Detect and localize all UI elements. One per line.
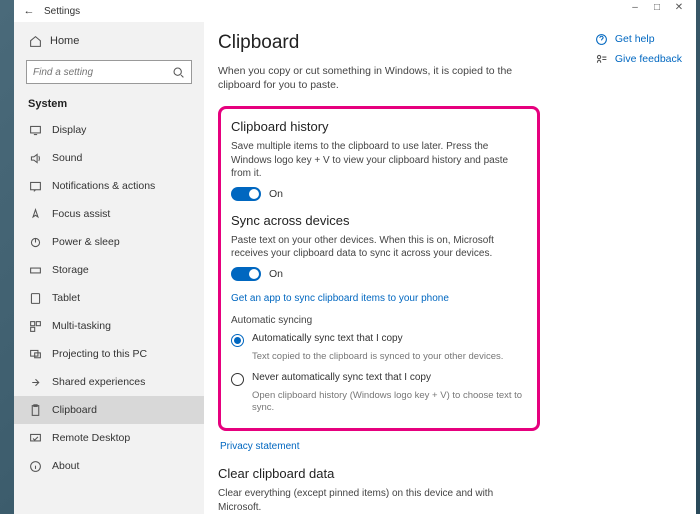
right-rail: Get help Give feedback — [595, 32, 682, 72]
notifications-icon — [28, 179, 42, 193]
about-icon — [28, 459, 42, 473]
sync-desc: Paste text on your other devices. When t… — [231, 234, 525, 261]
multitasking-icon — [28, 319, 42, 333]
title-bar: ← Settings – □ ✕ — [14, 0, 696, 22]
history-toggle[interactable] — [231, 187, 261, 201]
remote-icon — [28, 431, 42, 445]
help-icon — [595, 32, 609, 46]
sidebar: Home System Display Sound Notifications … — [14, 22, 204, 514]
get-help-link[interactable]: Get help — [595, 32, 682, 46]
sidebar-item-label: Tablet — [52, 292, 80, 304]
radio-button-unchecked[interactable] — [231, 373, 244, 386]
sync-toggle[interactable] — [231, 267, 261, 281]
sidebar-item-shared[interactable]: Shared experiences — [14, 368, 204, 396]
maximize-button[interactable]: □ — [646, 2, 668, 20]
clear-desc: Clear everything (except pinned items) o… — [218, 487, 518, 514]
content-area: Get help Give feedback Clipboard When yo… — [204, 22, 696, 514]
radio-never-label: Never automatically sync text that I cop… — [252, 372, 431, 383]
auto-sync-heading: Automatic syncing — [231, 314, 525, 328]
sidebar-section-title: System — [14, 94, 204, 116]
window-title: Settings — [44, 6, 80, 17]
sidebar-item-label: Display — [52, 124, 86, 136]
focus-icon — [28, 207, 42, 221]
storage-icon — [28, 263, 42, 277]
projecting-icon — [28, 347, 42, 361]
sidebar-item-display[interactable]: Display — [14, 116, 204, 144]
sound-icon — [28, 151, 42, 165]
search-box[interactable] — [26, 60, 192, 84]
clipboard-icon — [28, 403, 42, 417]
give-feedback-label: Give feedback — [615, 53, 682, 65]
sidebar-item-focus[interactable]: Focus assist — [14, 200, 204, 228]
sidebar-item-label: Storage — [52, 264, 89, 276]
sidebar-item-label: Sound — [52, 152, 82, 164]
history-heading: Clipboard history — [231, 119, 525, 134]
radio-never-sync[interactable]: Never automatically sync text that I cop… — [231, 372, 525, 386]
sidebar-item-label: Remote Desktop — [52, 432, 130, 444]
radio-auto-desc: Text copied to the clipboard is synced t… — [252, 351, 525, 363]
radio-never-desc: Open clipboard history (Windows logo key… — [252, 390, 525, 415]
search-icon — [171, 65, 185, 79]
sync-toggle-state: On — [269, 268, 283, 280]
feedback-icon — [595, 52, 609, 66]
sidebar-item-storage[interactable]: Storage — [14, 256, 204, 284]
sidebar-item-label: Multi-tasking — [52, 320, 111, 332]
sidebar-item-notifications[interactable]: Notifications & actions — [14, 172, 204, 200]
give-feedback-link[interactable]: Give feedback — [595, 52, 682, 66]
tablet-icon — [28, 291, 42, 305]
shared-icon — [28, 375, 42, 389]
sidebar-item-clipboard[interactable]: Clipboard — [14, 396, 204, 424]
sidebar-item-power[interactable]: Power & sleep — [14, 228, 204, 256]
clear-heading: Clear clipboard data — [218, 466, 676, 481]
page-intro: When you copy or cut something in Window… — [218, 64, 528, 92]
sidebar-home[interactable]: Home — [14, 28, 204, 54]
power-icon — [28, 235, 42, 249]
radio-auto-sync[interactable]: Automatically sync text that I copy — [231, 333, 525, 347]
close-button[interactable]: ✕ — [668, 2, 690, 20]
sidebar-nav: Display Sound Notifications & actions Fo… — [14, 116, 204, 480]
back-button[interactable]: ← — [20, 5, 38, 17]
history-toggle-state: On — [269, 188, 283, 200]
privacy-link[interactable]: Privacy statement — [220, 441, 676, 452]
sidebar-item-label: Focus assist — [52, 208, 110, 220]
minimize-button[interactable]: – — [624, 2, 646, 20]
sidebar-item-tablet[interactable]: Tablet — [14, 284, 204, 312]
sync-heading: Sync across devices — [231, 213, 525, 228]
sidebar-item-label: About — [52, 460, 79, 472]
home-icon — [28, 34, 42, 48]
sync-app-link[interactable]: Get an app to sync clipboard items to yo… — [231, 293, 525, 304]
sidebar-home-label: Home — [50, 35, 79, 47]
sidebar-item-label: Power & sleep — [52, 236, 120, 248]
radio-button-checked[interactable] — [231, 334, 244, 347]
highlighted-section: Clipboard history Save multiple items to… — [218, 106, 540, 431]
radio-auto-label: Automatically sync text that I copy — [252, 333, 403, 344]
get-help-label: Get help — [615, 33, 655, 45]
sidebar-item-multitasking[interactable]: Multi-tasking — [14, 312, 204, 340]
settings-window: ← Settings – □ ✕ Home System Display — [14, 0, 696, 514]
search-input[interactable] — [33, 67, 171, 78]
sidebar-item-about[interactable]: About — [14, 452, 204, 480]
history-desc: Save multiple items to the clipboard to … — [231, 140, 525, 181]
sidebar-item-remote[interactable]: Remote Desktop — [14, 424, 204, 452]
sidebar-item-label: Shared experiences — [52, 376, 145, 388]
sidebar-item-projecting[interactable]: Projecting to this PC — [14, 340, 204, 368]
sidebar-item-label: Clipboard — [52, 404, 97, 416]
display-icon — [28, 123, 42, 137]
sidebar-item-sound[interactable]: Sound — [14, 144, 204, 172]
sidebar-item-label: Notifications & actions — [52, 180, 155, 192]
sidebar-item-label: Projecting to this PC — [52, 348, 147, 360]
